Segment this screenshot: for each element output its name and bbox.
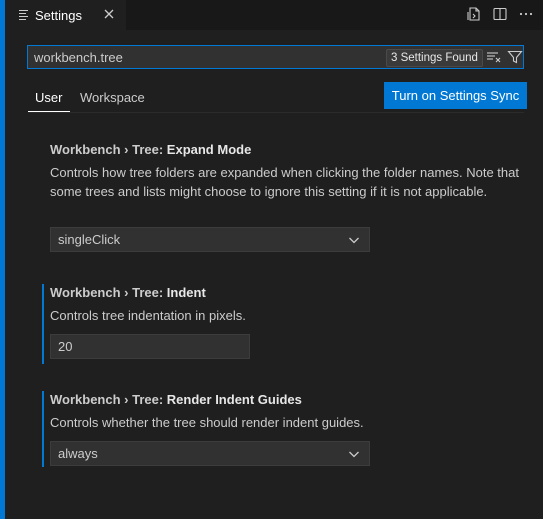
- setting-description: Controls whether the tree should render …: [50, 415, 364, 430]
- modified-indicator: [42, 284, 44, 364]
- setting-title: Workbench › Tree: Indent: [50, 285, 206, 300]
- scope-tabs-divider: [28, 112, 524, 113]
- tab-title: Settings: [35, 7, 82, 23]
- more-actions-icon[interactable]: [517, 5, 535, 23]
- setting-name: Expand Mode: [166, 142, 252, 157]
- render-indent-guides-select[interactable]: always: [50, 441, 370, 466]
- editor-tab-bar: Settings: [5, 0, 543, 30]
- select-value: always: [58, 446, 98, 461]
- setting-title: Workbench › Tree: Expand Mode: [50, 142, 251, 157]
- modified-indicator: [42, 391, 44, 467]
- select-value: singleClick: [58, 232, 121, 247]
- setting-name: Indent: [166, 285, 206, 300]
- setting-name: Render Indent Guides: [166, 392, 302, 407]
- setting-category: Workbench › Tree:: [50, 392, 167, 407]
- setting-title: Workbench › Tree: Render Indent Guides: [50, 392, 302, 407]
- setting-category: Workbench › Tree:: [50, 285, 167, 300]
- settings-search-box: 3 Settings Found: [27, 45, 524, 69]
- filter-icon[interactable]: [507, 49, 523, 68]
- tab-user[interactable]: User: [35, 90, 62, 105]
- close-icon[interactable]: [101, 7, 117, 23]
- results-count-badge: 3 Settings Found: [386, 49, 483, 67]
- indent-input[interactable]: 20: [50, 334, 250, 359]
- setting-category: Workbench › Tree:: [50, 142, 167, 157]
- tab-workspace[interactable]: Workspace: [80, 90, 145, 105]
- clear-filter-icon[interactable]: [486, 50, 502, 67]
- settings-tab[interactable]: Settings: [5, 0, 126, 30]
- expand-mode-select[interactable]: singleClick: [50, 227, 370, 252]
- input-value: 20: [58, 339, 73, 354]
- open-settings-json-icon[interactable]: [465, 5, 483, 23]
- chevron-down-icon: [347, 447, 361, 464]
- search-input[interactable]: [34, 48, 374, 66]
- chevron-down-icon: [347, 233, 361, 250]
- active-tab-underline: [28, 111, 70, 112]
- turn-on-settings-sync-button[interactable]: Turn on Settings Sync: [384, 82, 527, 109]
- setting-render-indent-guides: Workbench › Tree: Render Indent Guides C…: [42, 391, 532, 471]
- split-editor-icon[interactable]: [491, 5, 509, 23]
- setting-description: Controls tree indentation in pixels.: [50, 308, 246, 323]
- editor-actions: [465, 5, 535, 23]
- setting-description: Controls how tree folders are expanded w…: [50, 165, 519, 199]
- setting-indent: Workbench › Tree: Indent Controls tree i…: [42, 284, 532, 364]
- setting-expand-mode: Workbench › Tree: Expand Mode Controls h…: [42, 141, 532, 256]
- settings-list-icon: [19, 10, 29, 20]
- sash-accent-bar: [0, 0, 5, 519]
